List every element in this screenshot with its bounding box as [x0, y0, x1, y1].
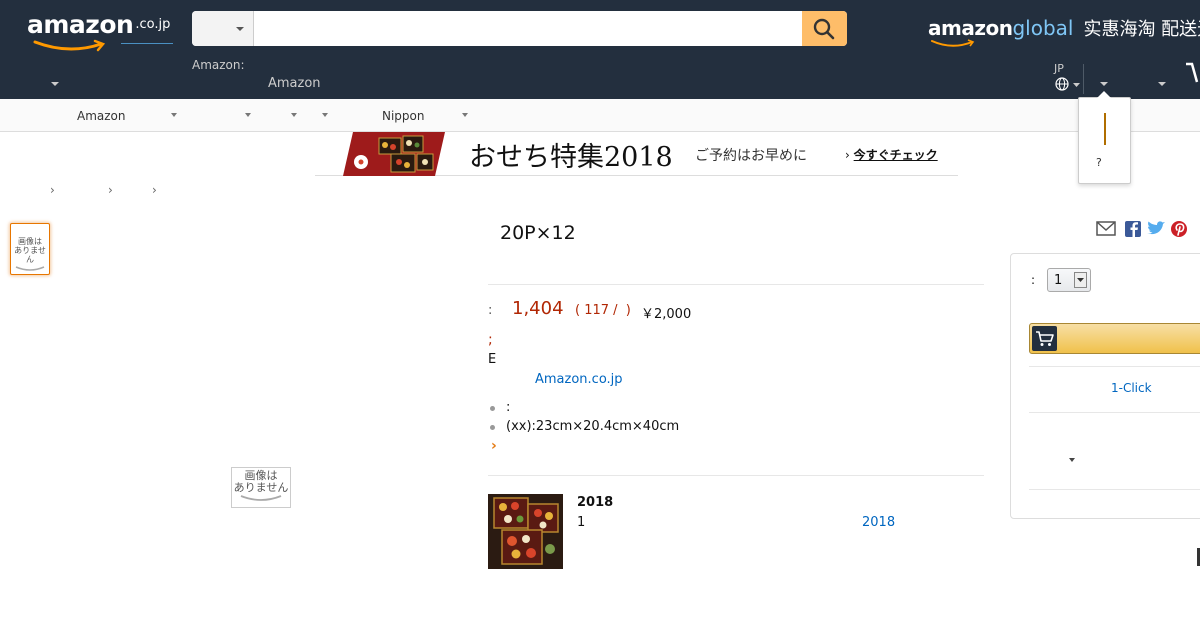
delivery-note: E [488, 352, 497, 367]
divider [1029, 412, 1200, 413]
popover-text: ? [1096, 156, 1102, 169]
search-input[interactable] [254, 11, 802, 46]
top-nav-bar: amazon.co.jp amazonglobal实惠海淘 配送无 Amazon… [0, 0, 1200, 99]
buy-box [1010, 253, 1200, 519]
banner-subtitle: ご予約はお早めに [695, 148, 807, 164]
no-image-text-line2: ありません [233, 481, 289, 494]
osechi-box-image [488, 494, 563, 569]
unit-price: ( 117 / ) [575, 303, 631, 318]
chevron-down-icon[interactable] [1069, 458, 1075, 462]
promo-title: 2018 [577, 495, 614, 510]
popover-indicator [1104, 113, 1106, 145]
product-price: 1,404 [512, 298, 564, 319]
sub-navigation: Amazon Nippon [0, 99, 1200, 132]
search-button[interactable] [802, 11, 847, 46]
quantity-select[interactable]: 1 [1047, 268, 1091, 292]
no-image-smile-icon [240, 495, 282, 501]
no-image-smile-icon [15, 266, 45, 271]
feature-bullet: (xx):23cm×20.4cm×40cm [506, 419, 680, 434]
facebook-share-icon[interactable] [1125, 221, 1141, 237]
banner-cta-link[interactable]: › 今すぐチェック [845, 146, 938, 163]
no-image-text-line2: ありません [14, 246, 46, 264]
chevron-down-icon[interactable] [171, 113, 177, 117]
breadcrumb-separator: › [108, 183, 113, 197]
pinterest-share-icon[interactable] [1171, 221, 1187, 237]
main-product-image[interactable]: 画像は ありません [231, 467, 291, 508]
global-smile-icon [931, 39, 975, 47]
price-label: : [488, 303, 493, 318]
osechi-promo-image[interactable] [488, 494, 563, 569]
logo-smile-icon [33, 39, 106, 52]
price-note-marker: ; [488, 332, 493, 348]
breadcrumb-separator: › [50, 183, 55, 197]
promo-link[interactable]: 2018 [862, 515, 895, 530]
osechi-banner-image [343, 132, 445, 176]
nav-divider [1083, 64, 1084, 94]
breadcrumb-separator: › [152, 183, 157, 197]
deliver-to-label: Amazon: [192, 58, 245, 72]
search-bar [192, 11, 847, 46]
account-dropdown-caret[interactable] [1100, 82, 1108, 86]
chevron-down-icon[interactable] [291, 113, 297, 117]
bullet-icon [490, 425, 495, 430]
amazon-logo[interactable]: amazon .co.jp [27, 10, 173, 52]
divider [488, 284, 984, 285]
email-share-icon[interactable] [1096, 221, 1116, 236]
chevron-right-icon: › [845, 148, 850, 162]
see-more-link[interactable]: › [491, 438, 497, 454]
cart-icon[interactable] [1186, 62, 1200, 86]
account-popover: ? [1078, 91, 1131, 184]
global-logo-word: amazon [928, 16, 1013, 40]
global-promo-text: 实惠海淘 配送无 [1083, 19, 1200, 40]
subnav-item-amazon[interactable]: Amazon [77, 109, 126, 123]
product-title: 20P×12 [500, 222, 576, 244]
bullet-icon [490, 406, 495, 411]
image-thumbnail[interactable]: 画像は ありません [10, 223, 50, 275]
twitter-share-icon[interactable] [1147, 221, 1165, 235]
feature-bullet: : [506, 400, 511, 415]
subnav-item-nippon[interactable]: Nippon [382, 109, 425, 123]
quantity-label: : [1031, 273, 1036, 287]
divider [1029, 366, 1200, 367]
shipped-by-link[interactable]: Amazon.co.jp [535, 372, 623, 387]
location-dropdown-caret[interactable] [51, 82, 59, 86]
banner-title: おせち特集2018 [469, 142, 673, 173]
chevron-down-icon [1077, 278, 1084, 282]
share-icons [1096, 221, 1187, 237]
chevron-down-icon[interactable] [322, 113, 328, 117]
search-category-dropdown[interactable] [192, 11, 254, 46]
divider [1029, 489, 1200, 490]
logo-underline [121, 43, 173, 44]
cart-icon-box [1032, 326, 1057, 351]
logo-word: amazon [27, 10, 134, 39]
logo-tld: .co.jp [135, 17, 171, 32]
globe-icon [1055, 77, 1080, 91]
quantity-value: 1 [1054, 273, 1063, 288]
osechi-banner[interactable]: おせち特集2018 ご予約はお早めに › 今すぐチェック [315, 132, 958, 176]
search-icon [813, 18, 835, 40]
add-to-cart-button[interactable] [1029, 323, 1200, 354]
chevron-down-icon[interactable] [462, 113, 468, 117]
list-price: ￥2,000 [641, 307, 692, 322]
divider [488, 475, 984, 476]
no-image-text-line1: 画像は [18, 237, 42, 246]
amazon-global-banner[interactable]: amazonglobal 实惠海淘 配送无 [928, 15, 1200, 47]
one-click-link[interactable]: 1-Click [1111, 381, 1152, 395]
language-code: JP [1054, 62, 1064, 75]
chevron-down-icon[interactable] [245, 113, 251, 117]
quantity-dropdown-button [1074, 272, 1087, 288]
chevron-down-icon [236, 27, 244, 31]
promo-text: 1 [577, 515, 586, 530]
global-logo-suffix: global [1012, 16, 1074, 40]
language-selector[interactable]: JP [1054, 62, 1080, 95]
shopping-cart-icon [1036, 331, 1054, 346]
amazon-nav-link[interactable]: Amazon [268, 76, 321, 91]
orders-dropdown-caret[interactable] [1158, 82, 1166, 86]
banner-cta-text: 今すぐチェック [853, 148, 938, 162]
